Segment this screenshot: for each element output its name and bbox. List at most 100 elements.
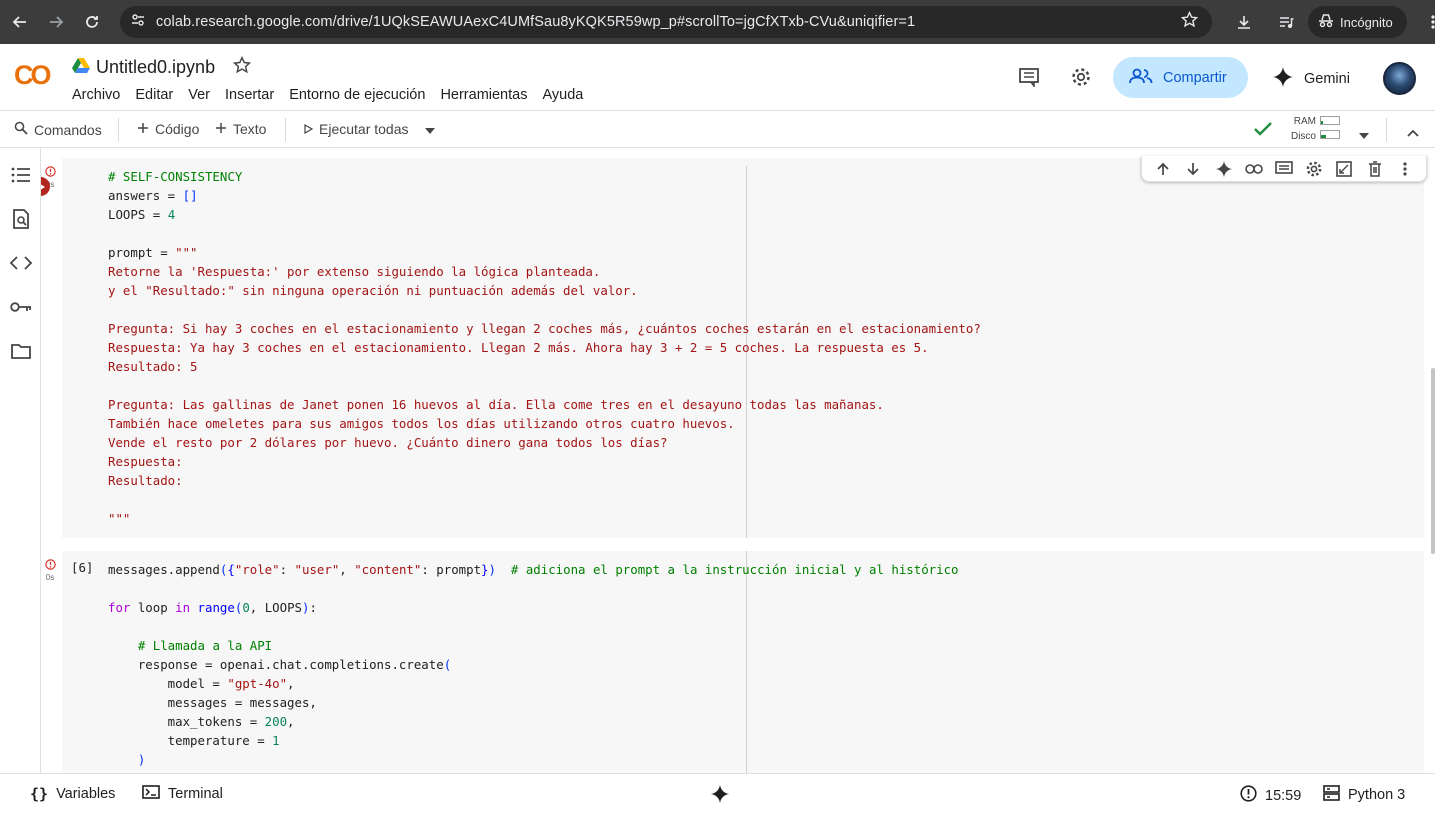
ram-label: RAM — [1293, 116, 1316, 127]
gemini-button[interactable]: Gemini — [1272, 66, 1350, 92]
forward-icon[interactable] — [40, 6, 72, 38]
star-icon[interactable] — [232, 55, 252, 79]
find-icon[interactable] — [10, 208, 32, 230]
terminal-button[interactable]: Terminal — [142, 785, 223, 803]
code-line: response = openai.chat.completions.creat… — [108, 655, 959, 674]
code-token: response = openai.chat.completions.creat… — [108, 657, 444, 672]
menu-insertar[interactable]: Insertar — [225, 87, 274, 103]
resource-labels[interactable]: RAM Disco — [1286, 114, 1316, 144]
key-icon[interactable] — [10, 296, 32, 318]
toc-icon[interactable] — [10, 164, 32, 186]
mirror-icon[interactable] — [1333, 158, 1355, 180]
code-token: 4 — [167, 207, 176, 222]
share-button[interactable]: Compartir — [1113, 57, 1248, 98]
error-icon — [44, 166, 56, 177]
code-line: Pregunta: Las gallinas de Janet ponen 16… — [108, 395, 981, 414]
search-icon — [14, 121, 28, 138]
delete-icon[interactable] — [1364, 158, 1386, 180]
code-token: , — [339, 562, 355, 577]
notebook-title[interactable]: Untitled0.ipynb — [96, 57, 215, 78]
colab-logo[interactable]: CO — [14, 60, 51, 91]
menu-archivo[interactable]: Archivo — [72, 87, 120, 103]
code-token: loop — [130, 600, 176, 615]
chevron-up-icon[interactable] — [1407, 124, 1419, 140]
comment-cell-icon[interactable] — [1273, 158, 1295, 180]
left-rail — [0, 148, 41, 773]
ram-bar — [1320, 116, 1340, 125]
code-token: , — [287, 714, 295, 729]
run-all-button[interactable]: Ejecutar todas — [303, 121, 435, 137]
site-info-icon[interactable] — [130, 12, 146, 33]
download-icon[interactable] — [1228, 6, 1260, 38]
runtime-type[interactable]: Python 3 — [1323, 785, 1405, 805]
code-line: Vende el resto por 2 dólares por huevo. … — [108, 433, 981, 452]
cell-code[interactable]: # SELF-CONSISTENCY answers = [] LOOPS = 4 … — [108, 167, 981, 528]
arrow-down-icon[interactable] — [1182, 158, 1204, 180]
code-token: 200 — [264, 714, 288, 729]
link-icon[interactable] — [1243, 158, 1265, 180]
more-vert-icon[interactable] — [1394, 158, 1416, 180]
menu-ver[interactable]: Ver — [188, 87, 210, 103]
avatar[interactable] — [1383, 62, 1416, 95]
reload-icon[interactable] — [76, 6, 108, 38]
code-icon[interactable] — [10, 252, 32, 274]
code-token: range — [197, 600, 235, 615]
folder-icon[interactable] — [10, 340, 32, 362]
code-token: ) — [137, 752, 146, 767]
code-token: Respuesta: — [108, 454, 183, 469]
execution-status[interactable]: 15:59 — [1240, 785, 1301, 806]
error-icon — [44, 559, 56, 570]
add-text-button[interactable]: Texto — [215, 121, 266, 137]
resource-bars[interactable] — [1320, 116, 1340, 144]
disk-bar — [1320, 130, 1340, 139]
cell-code[interactable]: messages.append ({"role": "user", "conten… — [108, 560, 959, 769]
url-text: colab.research.google.com/drive/1UQkSEAW… — [156, 14, 916, 30]
back-icon[interactable] — [4, 6, 36, 38]
menu-ayuda[interactable]: Ayuda — [542, 87, 583, 103]
code-token: y el "Resultado:" sin ninguna operación … — [108, 283, 638, 298]
menu-herramientas[interactable]: Herramientas — [440, 87, 527, 103]
code-line: messages.append({"role": "user", "conten… — [108, 560, 959, 579]
code-token: Pregunta: Si hay 3 coches en el estacion… — [108, 321, 981, 336]
code-token: # Llamada a la API — [137, 638, 273, 653]
commands-button[interactable]: Comandos — [14, 121, 102, 138]
address-bar[interactable]: colab.research.google.com/drive/1UQkSEAW… — [120, 6, 1212, 38]
code-token: "content" — [354, 562, 422, 577]
code-cell[interactable]: # SELF-CONSISTENCY answers = [] LOOPS = 4 … — [41, 156, 1427, 538]
more-icon[interactable] — [1417, 6, 1435, 38]
code-line: model = "gpt-4o", — [108, 674, 959, 693]
arrow-up-icon[interactable] — [1152, 158, 1174, 180]
menu-entorno[interactable]: Entorno de ejecución — [289, 87, 425, 103]
add-code-button[interactable]: Código — [137, 121, 199, 137]
chevron-down-icon[interactable] — [424, 121, 435, 137]
settings-icon[interactable] — [1068, 64, 1094, 90]
scrollbar[interactable] — [1431, 368, 1435, 554]
gemini-icon[interactable] — [710, 784, 730, 804]
incognito-badge[interactable]: Incógnito — [1308, 6, 1407, 38]
code-token: model = — [108, 676, 228, 691]
code-line: answers = [] — [108, 186, 981, 205]
menu-editar[interactable]: Editar — [135, 87, 173, 103]
gear-cell-icon[interactable] — [1303, 158, 1325, 180]
code-token: in — [175, 600, 191, 615]
code-token: messages = messages, — [108, 695, 317, 710]
code-label: Código — [155, 121, 200, 137]
bookmark-star-icon[interactable] — [1180, 10, 1199, 33]
plus-icon — [137, 121, 149, 137]
check-icon[interactable] — [1253, 120, 1273, 141]
menu-bar: Archivo Editar Ver Insertar Entorno de e… — [72, 87, 583, 103]
code-token: También hace omeletes para sus amigos to… — [108, 416, 735, 431]
variables-button[interactable]: {} Variables — [30, 785, 115, 803]
code-cell[interactable]: messages.append ({"role": "user", "conten… — [62, 551, 1424, 773]
execution-count: [6] — [71, 560, 94, 575]
media-icon[interactable] — [1270, 6, 1302, 38]
sparkle-icon[interactable] — [1213, 158, 1235, 180]
comment-icon[interactable] — [1016, 64, 1042, 90]
runtime-dropdown-icon[interactable] — [1359, 126, 1369, 142]
drive-icon[interactable] — [72, 57, 90, 78]
